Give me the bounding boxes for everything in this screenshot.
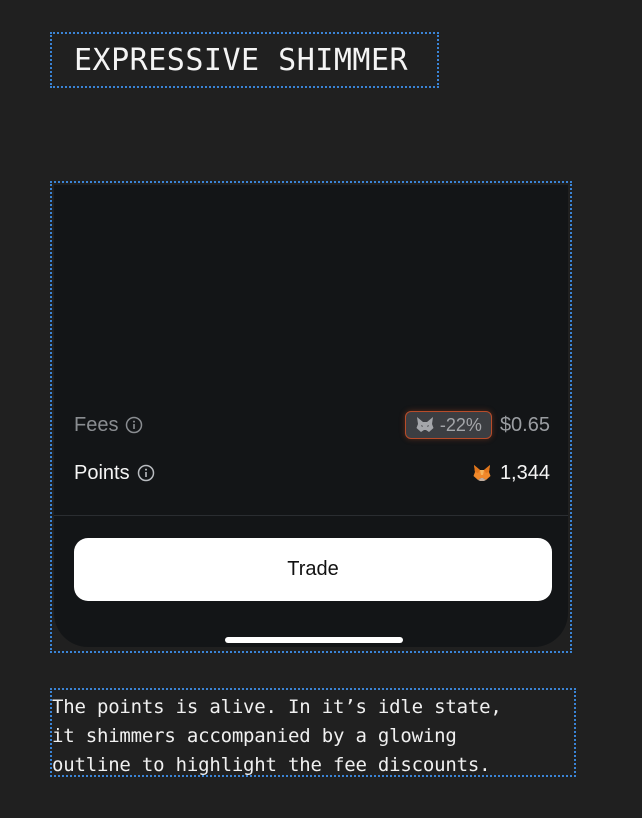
phone-frame: Fees -22% $0.65 Points 1,344 Trade	[50, 181, 572, 653]
caption-line-2: it shimmers accompanied by a glowing	[52, 725, 457, 747]
caption-frame: The points is alive. In it’s idle state,…	[50, 688, 576, 777]
fee-discount-badge: -22%	[404, 411, 492, 439]
caption-line-3: outline to highlight the fee discounts.	[52, 754, 491, 776]
fees-row: Fees -22% $0.65	[74, 409, 550, 441]
metamask-fox-icon	[415, 415, 435, 435]
home-indicator[interactable]	[225, 637, 403, 643]
points-value: 1,344	[499, 461, 550, 484]
trade-card: Fees -22% $0.65 Points 1,344 Trade	[54, 185, 568, 647]
points-value-group: 1,344	[472, 462, 550, 485]
points-row: Points 1,344	[74, 457, 550, 489]
fees-info-icon[interactable]	[125, 416, 143, 434]
metamask-fox-icon	[472, 463, 492, 483]
divider	[54, 515, 568, 516]
fee-discount-text: -22%	[439, 414, 482, 435]
fees-label-group: Fees	[74, 414, 143, 437]
fees-value-group: -22% $0.65	[404, 411, 550, 439]
points-label: Points	[74, 461, 130, 484]
fee-value: $0.65	[499, 413, 550, 436]
heading-frame: EXPRESSIVE SHIMMER	[50, 32, 439, 88]
points-info-icon[interactable]	[137, 464, 155, 482]
caption-text: The points is alive. In it’s idle state,…	[52, 693, 576, 780]
points-label-group: Points	[74, 462, 155, 485]
caption-line-1: The points is alive. In it’s idle state,	[52, 696, 502, 718]
fees-label: Fees	[74, 413, 119, 436]
page-title: EXPRESSIVE SHIMMER	[74, 43, 409, 78]
trade-button[interactable]: Trade	[74, 538, 552, 601]
